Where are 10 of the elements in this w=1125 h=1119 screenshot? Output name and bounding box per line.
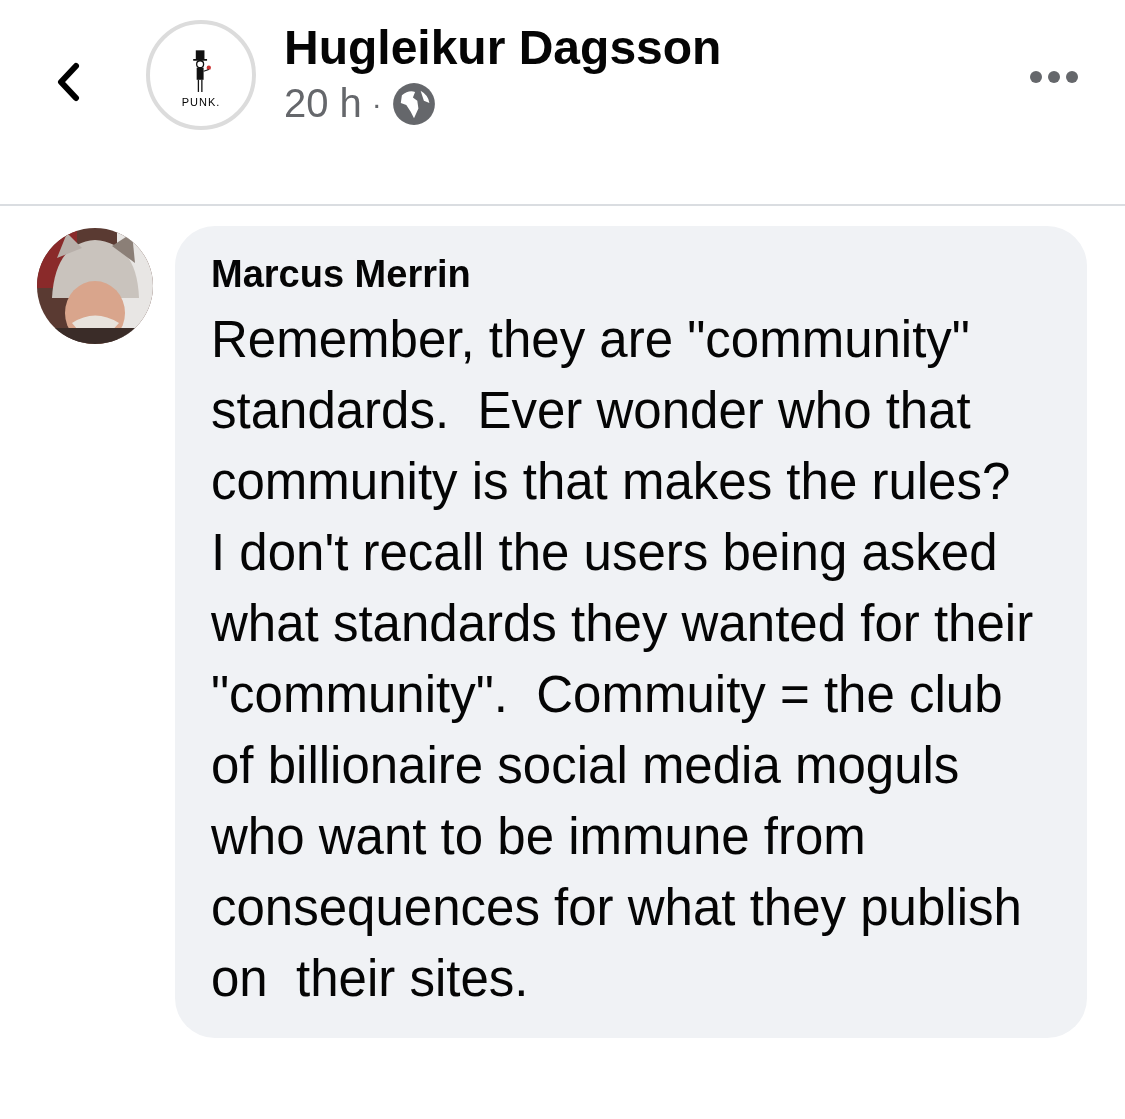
separator-dot: · bbox=[371, 86, 382, 121]
more-options-icon[interactable] bbox=[1029, 70, 1079, 84]
back-icon[interactable] bbox=[56, 62, 80, 102]
comment-text: Remember, they are "community" standards. Ever wonder who that community is that makes the rules? I don't recall the users being asked what standards they wanted for their "community". Commuity = the club of billionaire social media moguls who want to be immune from consequences for what they publish on their sites. bbox=[211, 309, 1035, 1009]
page-name[interactable]: Hugleikur Dagsson bbox=[284, 20, 1029, 76]
avatar-caption: PUNK. bbox=[181, 96, 221, 108]
globe-icon bbox=[391, 81, 436, 126]
post-time: 20 h bbox=[284, 81, 362, 127]
page-avatar[interactable]: PUNK. bbox=[146, 20, 256, 130]
comment-author[interactable]: Marcus Merrin bbox=[211, 252, 1077, 298]
